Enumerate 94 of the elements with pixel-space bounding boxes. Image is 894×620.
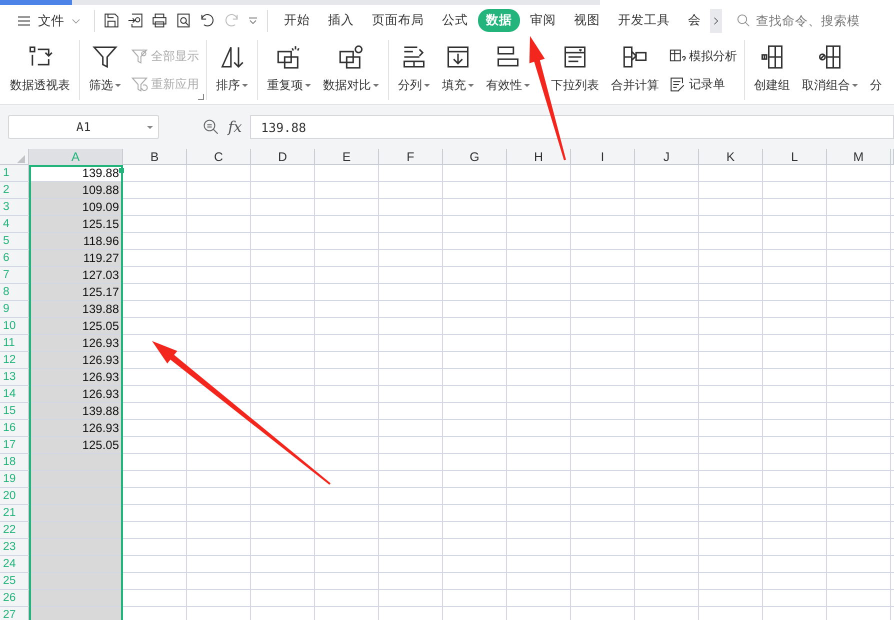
table-cell: 126.93 — [29, 369, 123, 385]
zoom-out-icon — [202, 118, 220, 136]
fill-down-icon — [445, 44, 471, 70]
table-cell: 119.27 — [29, 250, 123, 266]
menu-tab[interactable]: 会 — [680, 9, 709, 32]
column-header[interactable]: C — [187, 149, 251, 165]
table-cell: 126.93 — [29, 352, 123, 368]
column-header[interactable]: G — [443, 149, 507, 165]
caret-icon — [242, 84, 248, 87]
ribbon-button[interactable]: 筛选 — [87, 40, 123, 100]
list-icon — [562, 44, 588, 70]
caret-icon — [147, 126, 153, 129]
funnel-icon — [131, 76, 148, 92]
column-header[interactable]: E — [315, 149, 379, 165]
menu-tab[interactable]: 开发工具 — [610, 9, 678, 32]
caret-icon — [247, 14, 259, 26]
column-header[interactable]: D — [251, 149, 315, 165]
table-cell: 139.88 — [29, 301, 123, 317]
ribbon-button[interactable]: 填充 — [440, 40, 476, 100]
insert-function-button[interactable]: fx — [228, 118, 242, 136]
ribbon-button[interactable]: 记录单 — [669, 76, 737, 92]
caret-icon — [468, 84, 474, 87]
ribbon-button[interactable]: 重复项 — [265, 40, 313, 100]
menu-tab[interactable]: 插入 — [320, 9, 362, 32]
group-icon — [759, 44, 785, 70]
chevron-right-icon — [711, 16, 721, 26]
ungroup-icon — [817, 44, 843, 70]
redo-arrow-icon — [223, 12, 240, 29]
table-cell: 139.88 — [29, 403, 123, 419]
ribbon-button[interactable]: 数据对比 — [321, 40, 381, 100]
column-header[interactable]: K — [699, 149, 763, 165]
caret-icon — [424, 84, 430, 87]
table-cell: 126.93 — [29, 386, 123, 402]
table-cell: 118.96 — [29, 233, 123, 249]
caret-icon — [852, 84, 858, 87]
document-arrow-icon — [127, 12, 144, 29]
ribbon-button[interactable]: 创建组 — [752, 40, 792, 100]
table-cell: 109.88 — [29, 182, 123, 198]
overlapping-squares-icon — [338, 44, 364, 70]
magnifier-document-icon — [175, 12, 192, 29]
dialog-launcher-icon[interactable] — [198, 94, 204, 100]
ribbon-button[interactable]: 分 — [868, 40, 884, 100]
search-field[interactable]: 查找命令、搜索模 — [736, 12, 894, 29]
undo-icon[interactable] — [199, 12, 216, 29]
caret-icon — [373, 84, 379, 87]
ribbon-button[interactable]: 排序 — [214, 40, 250, 100]
form-icon — [669, 76, 686, 92]
printer-icon — [151, 12, 168, 29]
export-icon[interactable] — [127, 12, 144, 29]
menu-tab[interactable]: 公式 — [434, 9, 476, 32]
ribbon-button[interactable]: 分列 — [396, 40, 432, 100]
ribbon-button[interactable]: 下拉列表 — [549, 40, 601, 100]
column-header[interactable]: B — [123, 149, 187, 165]
sort-icon — [219, 44, 245, 70]
column-header[interactable]: J — [635, 149, 699, 165]
overlapping-squares-icon — [276, 44, 302, 70]
menu-tab[interactable]: 视图 — [566, 9, 608, 32]
ribbon-button[interactable]: 合并计算 — [609, 40, 661, 100]
table-cell: 125.05 — [29, 318, 123, 334]
split-icon — [401, 44, 427, 70]
table-cell: 125.17 — [29, 284, 123, 300]
caret-icon — [305, 84, 311, 87]
scroll-tabs-button[interactable] — [710, 8, 722, 32]
fill-handle[interactable] — [119, 168, 124, 173]
table-cell: 127.03 — [29, 267, 123, 283]
menu-tab[interactable]: 页面布局 — [364, 9, 432, 32]
menu-tab[interactable]: 开始 — [276, 9, 318, 32]
funnel-icon — [131, 48, 148, 64]
file-menu-button[interactable]: 文件 — [12, 10, 86, 32]
print-icon[interactable] — [151, 12, 168, 29]
column-header[interactable]: M — [827, 149, 891, 165]
caret-icon — [524, 84, 530, 87]
table-cell: 126.93 — [29, 420, 123, 436]
search-icon — [736, 13, 751, 28]
name-box[interactable]: A1 — [8, 115, 159, 139]
column-header[interactable]: L — [763, 149, 827, 165]
table-cell: 109.09 — [29, 199, 123, 215]
column-header[interactable]: F — [379, 149, 443, 165]
print-preview-icon[interactable] — [175, 12, 192, 29]
customize-icon[interactable] — [247, 14, 259, 26]
ribbon-button[interactable]: 取消组合 — [800, 40, 860, 100]
save-icon[interactable] — [103, 12, 120, 29]
column-header[interactable]: I — [571, 149, 635, 165]
merge-icon — [622, 44, 648, 70]
undo-arrow-icon — [199, 12, 216, 29]
menu-tab[interactable]: 审阅 — [522, 9, 564, 32]
table-cell: 126.93 — [29, 335, 123, 351]
ribbon-button[interactable]: 模拟分析 — [669, 48, 737, 64]
table-cell: 125.15 — [29, 216, 123, 232]
table-cell: 125.05 — [29, 437, 123, 453]
funnel-icon — [92, 44, 118, 70]
caret-icon — [115, 84, 121, 87]
ribbon-button[interactable]: 数据透视表 — [8, 40, 72, 100]
formula-input[interactable]: 139.88 — [250, 115, 894, 139]
